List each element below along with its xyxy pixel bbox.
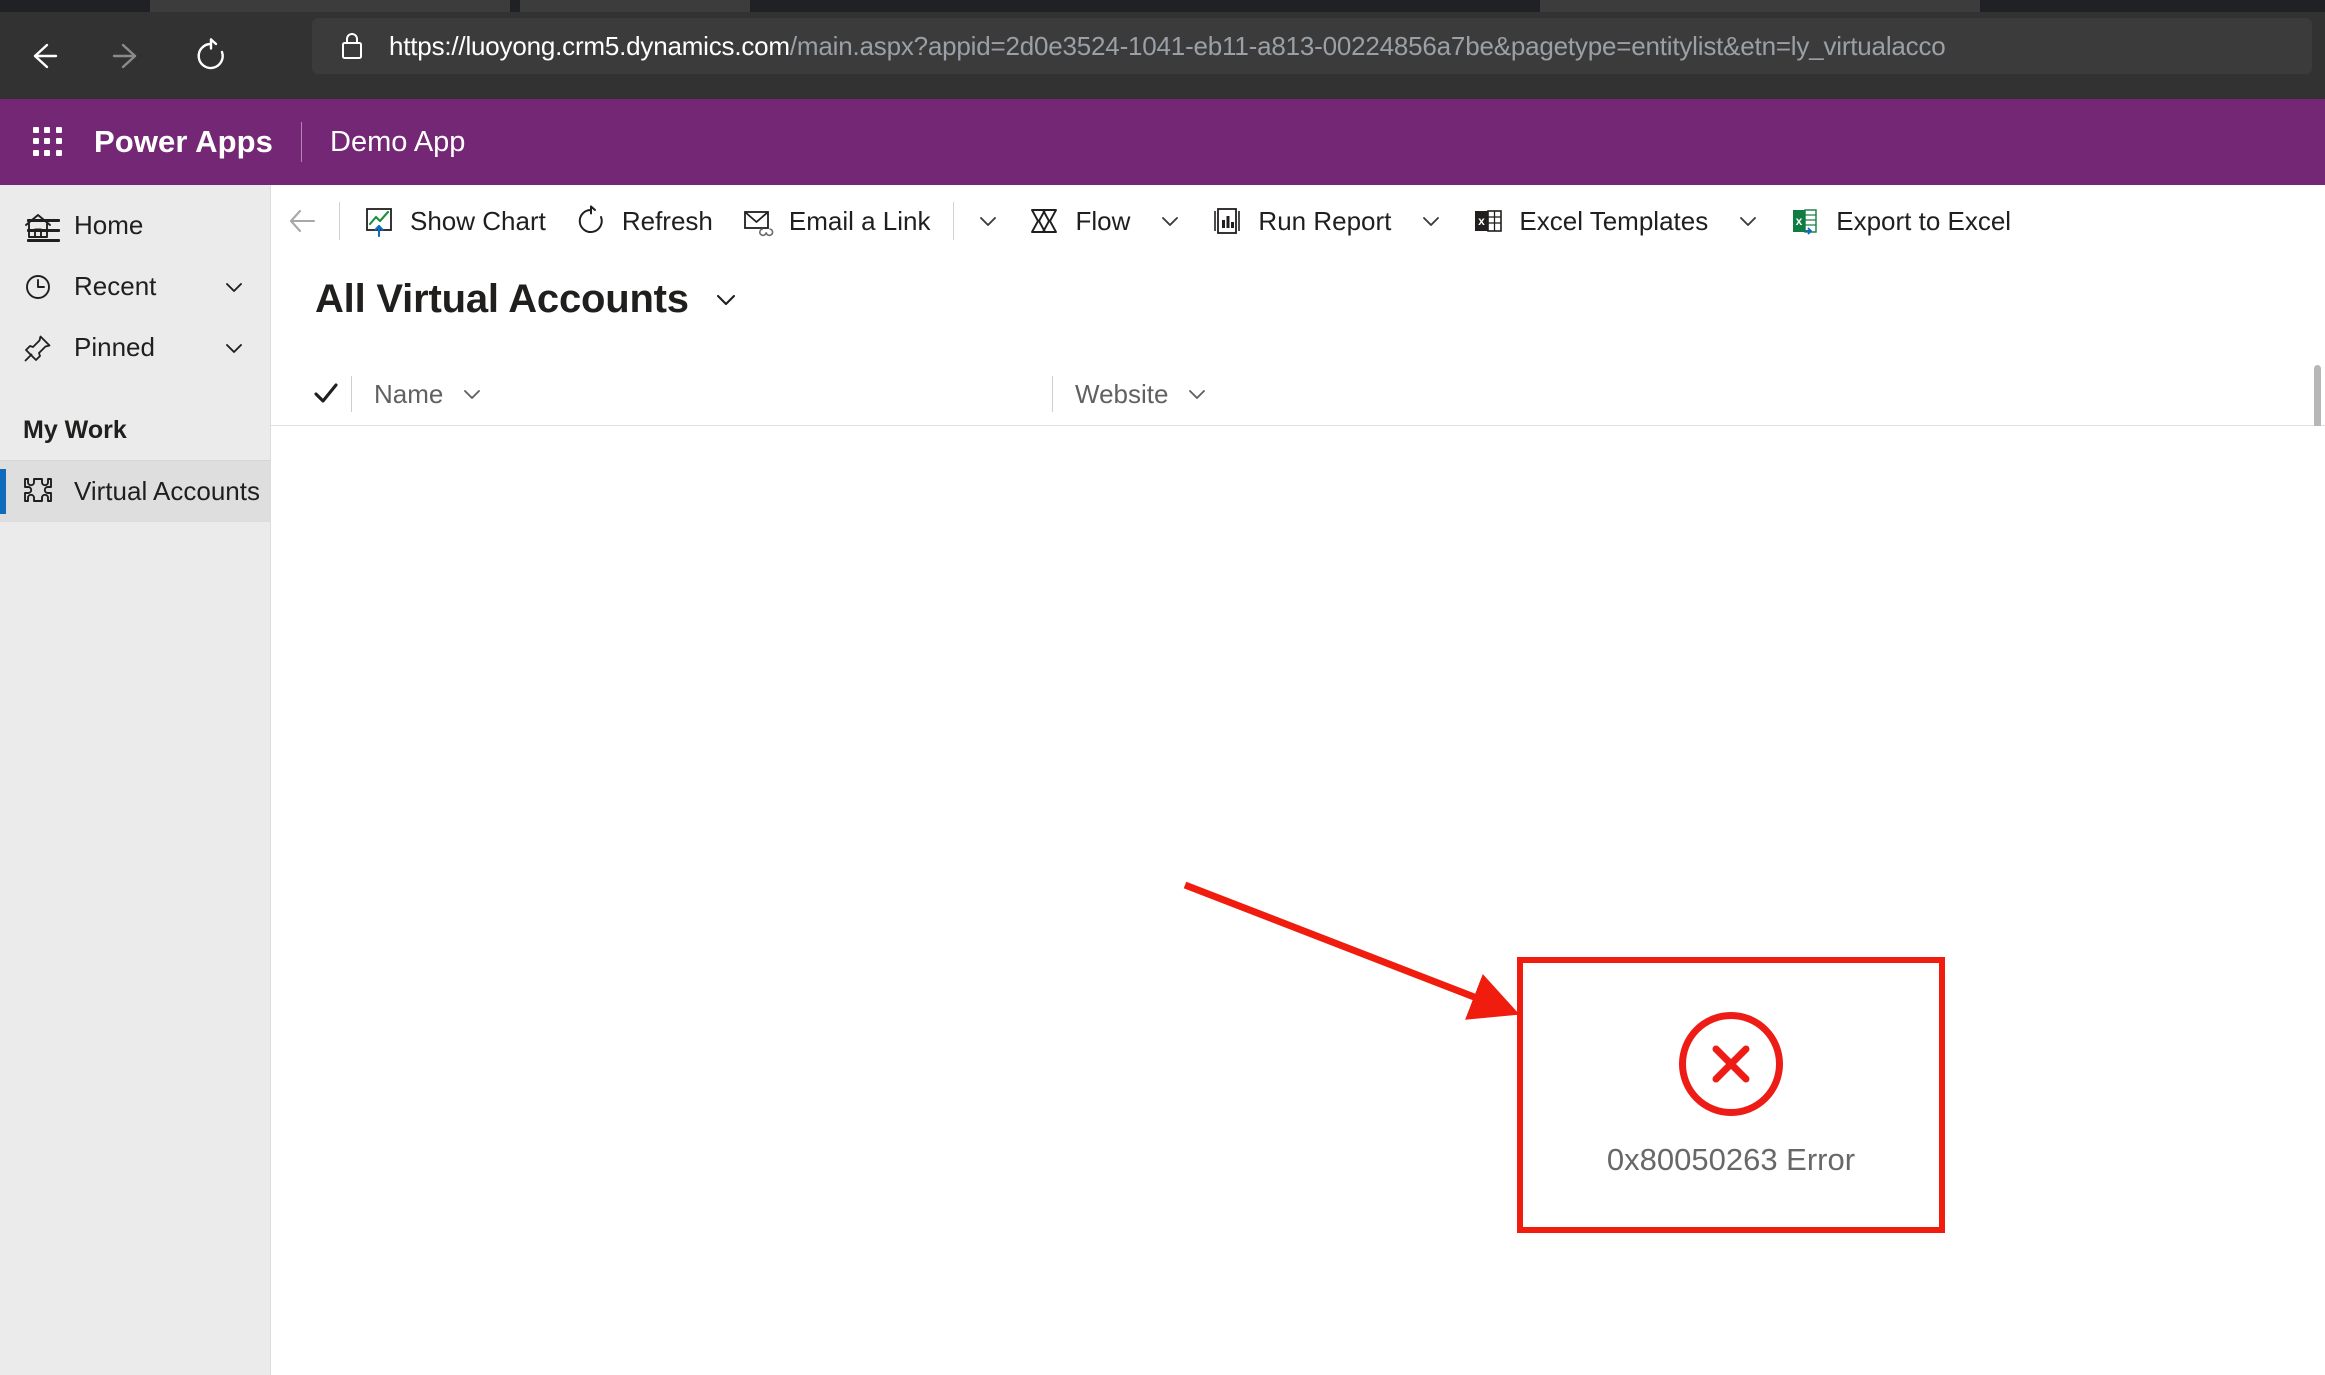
sidebar-item-label: Pinned [74,332,155,362]
sidebar-item-recent[interactable]: Recent [0,256,270,317]
command-label: Excel Templates [1519,205,1709,236]
sidebar-item-home[interactable]: Home [0,195,270,256]
flow-icon [1028,205,1062,237]
excel-templates-button[interactable]: x Excel Templates [1457,191,1722,251]
sidebar-item-label: Virtual Accounts [74,476,260,506]
app-header: Power Apps Demo App [0,99,2325,185]
arrow-left-icon [33,43,58,68]
refresh-icon [574,205,608,237]
page-title: All Virtual Accounts [315,277,689,321]
run-report-caret[interactable] [1405,191,1457,251]
app-name[interactable]: Demo App [330,126,465,159]
command-label: Export to Excel [1836,205,2012,236]
email-a-link-caret[interactable] [962,191,1014,251]
url-text: https://luoyong.crm5.dynamics.com/main.a… [389,30,1946,61]
pin-icon [12,332,64,364]
command-bar-back-button[interactable] [275,193,331,249]
clock-icon [12,271,64,303]
command-label: Flow [1075,205,1131,236]
chevron-down-icon [979,217,996,226]
sidebar-group-title: My Work [23,415,127,444]
email-link-icon [741,205,775,237]
grid-header: Name Website [271,363,2325,425]
svg-text:x: x [1479,214,1486,228]
show-chart-icon [362,205,396,237]
chevron-down-icon[interactable] [220,334,248,362]
excel-templates-caret[interactable] [1722,191,1774,251]
command-label: Run Report [1258,205,1392,236]
excel-templates-icon: x [1471,205,1505,237]
chevron-down-icon[interactable] [1184,381,1210,407]
command-bar-divider [339,202,340,240]
chevron-down-icon[interactable] [709,283,743,317]
brand-name[interactable]: Power Apps [94,124,273,160]
waffle-grid-icon [33,127,63,157]
grid-body [271,426,2325,1375]
chevron-down-icon [1423,217,1440,226]
column-label: Website [1075,378,1169,409]
sidebar: Home Recent Pinned My Work Virtual Accou… [0,185,271,1375]
browser-forward-button[interactable] [96,25,158,87]
chevron-down-icon[interactable] [220,273,248,301]
svg-text:x: x [1796,214,1803,228]
lock-icon [342,33,362,59]
header-divider [301,122,302,162]
chevron-down-icon [1162,217,1179,226]
sidebar-item-pinned[interactable]: Pinned [0,317,270,378]
command-label: Show Chart [410,205,546,236]
column-header-website[interactable]: Website [1053,363,1753,425]
arrow-left-icon [289,209,316,233]
command-bar-divider [952,202,954,240]
column-label: Name [374,378,444,409]
browser-tab[interactable] [1540,0,1980,12]
main-content: Show Chart Refresh Email a Link Flow Run… [271,185,2325,1375]
browser-tab[interactable] [520,0,750,12]
run-report-button[interactable]: Run Report [1196,191,1405,251]
command-label: Email a Link [788,205,931,236]
flow-caret[interactable] [1144,191,1196,251]
url-bar[interactable]: https://luoyong.crm5.dynamics.com/main.a… [312,18,2312,74]
show-chart-button[interactable]: Show Chart [348,191,560,251]
sidebar-item-label: Recent [74,271,157,301]
email-a-link-button[interactable]: Email a Link [727,191,945,251]
export-excel-icon: x [1788,205,1822,237]
command-bar: Show Chart Refresh Email a Link Flow Run… [271,185,2325,257]
sidebar-item-virtual-accounts[interactable]: Virtual Accounts [0,461,270,522]
home-icon [12,210,64,242]
browser-tab[interactable] [150,0,510,12]
refresh-button[interactable]: Refresh [560,191,727,251]
browser-tabstrip[interactable] [0,0,2325,12]
browser-chrome: https://luoyong.crm5.dynamics.com/main.a… [0,0,2325,99]
browser-back-button[interactable] [12,25,74,87]
select-all-checkbox[interactable] [301,379,351,409]
chevron-down-icon [1740,217,1757,226]
browser-reload-button[interactable] [180,25,242,87]
checkmark-icon [314,383,338,403]
column-header-name[interactable]: Name [352,363,1052,425]
view-selector[interactable]: All Virtual Accounts [315,277,743,322]
puzzle-piece-icon [12,475,64,509]
command-label: Refresh [621,205,713,236]
sidebar-item-label: Home [74,210,144,240]
flow-button[interactable]: Flow [1014,191,1145,251]
run-report-icon [1210,205,1244,237]
export-to-excel-button[interactable]: x Export to Excel [1774,191,2025,251]
chevron-down-icon[interactable] [459,381,485,407]
reload-icon [197,37,224,69]
arrow-right-icon [112,43,137,68]
app-launcher-button[interactable] [18,112,78,172]
